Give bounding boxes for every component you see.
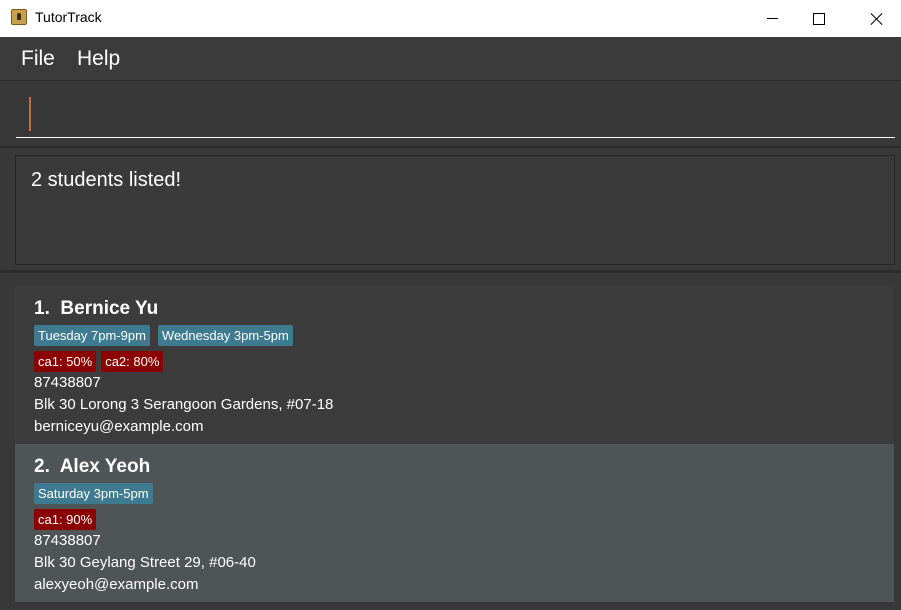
result-display: 2 students listed! (15, 155, 895, 265)
time-tags: Saturday 3pm-5pm (34, 483, 153, 504)
student-name: 2. Alex Yeoh (34, 456, 151, 477)
student-phone: 87438807 (34, 374, 101, 391)
grade-tag: ca1: 90% (34, 509, 97, 530)
student-card[interactable]: 1. Bernice Yu Tuesday 7pm-9pm Wednesday … (15, 286, 894, 444)
student-address: Blk 30 Geylang Street 29, #06-40 (34, 554, 256, 571)
text-caret (29, 97, 31, 131)
command-box (0, 82, 901, 148)
grade-tags: ca1: 50% ca2: 80% (34, 351, 164, 372)
student-list[interactable]: 1. Bernice Yu Tuesday 7pm-9pm Wednesday … (0, 273, 901, 610)
window-title: TutorTrack (35, 9, 102, 25)
title-bar: TutorTrack (0, 0, 901, 37)
grade-tag: ca2: 80% (101, 351, 164, 372)
result-message: 2 students listed! (31, 169, 182, 191)
menu-file[interactable]: File (21, 47, 55, 71)
menu-bar: File Help (0, 37, 901, 81)
time-tags: Tuesday 7pm-9pm Wednesday 3pm-5pm (34, 325, 293, 346)
close-icon (870, 12, 884, 26)
student-email: alexyeoh@example.com (34, 576, 199, 593)
close-button[interactable] (854, 0, 900, 37)
time-tag: Tuesday 7pm-9pm (34, 325, 150, 346)
time-tag: Wednesday 3pm-5pm (157, 325, 293, 346)
student-email: berniceyu@example.com (34, 418, 204, 435)
minimize-button[interactable] (749, 0, 795, 37)
student-card-selected[interactable]: 2. Alex Yeoh Saturday 3pm-5pm ca1: 90% 8… (15, 444, 894, 602)
app-icon (11, 9, 27, 25)
student-phone: 87438807 (34, 532, 101, 549)
student-name: 1. Bernice Yu (34, 298, 159, 319)
menu-help[interactable]: Help (77, 47, 120, 71)
command-input[interactable] (16, 92, 895, 138)
grade-tag: ca1: 50% (34, 351, 97, 372)
maximize-icon (813, 12, 825, 25)
maximize-button[interactable] (796, 0, 842, 37)
time-tag: Saturday 3pm-5pm (34, 483, 153, 504)
grade-tags: ca1: 90% (34, 509, 97, 530)
student-address: Blk 30 Lorong 3 Serangoon Gardens, #07-1… (34, 396, 334, 413)
minimize-icon (766, 18, 778, 19)
